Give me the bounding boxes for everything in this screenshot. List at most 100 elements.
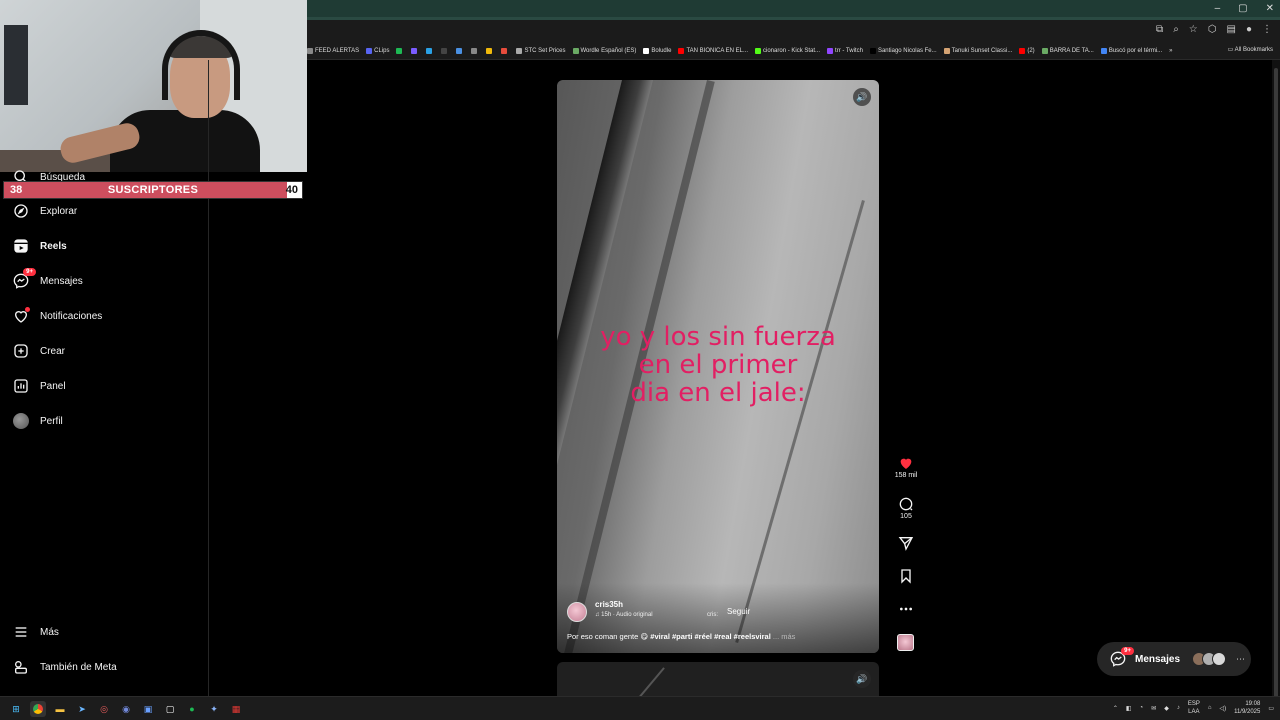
bookmark-item[interactable]: trr - Twitch bbox=[827, 47, 863, 54]
tray-app-icon[interactable]: ◆ bbox=[1164, 705, 1169, 712]
clock[interactable]: 19:08 11/9/2025 bbox=[1234, 700, 1260, 716]
app-icon[interactable]: ➤ bbox=[74, 701, 90, 717]
more-options-button[interactable] bbox=[890, 601, 922, 617]
bookmark-favicon-icon bbox=[441, 47, 448, 54]
bookmark-item[interactable]: Tanuki Sunset Classi... bbox=[943, 47, 1012, 54]
bookmark-item[interactable]: CLips bbox=[366, 47, 389, 54]
like-button[interactable]: 158 mil bbox=[890, 455, 922, 479]
bookmark-icon bbox=[901, 569, 911, 584]
bookmark-item[interactable]: TAN BIONICA EN EL... bbox=[678, 47, 748, 54]
close-window-button[interactable]: ✕ bbox=[1266, 3, 1274, 14]
audio-owner: cris: bbox=[707, 612, 718, 618]
discord-icon[interactable]: ◉ bbox=[118, 701, 134, 717]
reel-hashtags[interactable]: #viral #parti #réel #real #reelsviral bbox=[650, 632, 771, 641]
follow-button[interactable]: Seguir bbox=[723, 605, 754, 618]
bookmark-item[interactable]: Buscó por el térmi... bbox=[1100, 47, 1162, 54]
bookmark-item[interactable]: cionaron - Kick Stat... bbox=[755, 47, 820, 54]
zoom-icon[interactable]: ⌕ bbox=[1173, 24, 1179, 35]
app-icon[interactable]: ✦ bbox=[206, 701, 222, 717]
network-icon[interactable]: ⌂ bbox=[1208, 705, 1212, 711]
messages-pill[interactable]: 9+ Mensajes ⋯ bbox=[1097, 642, 1251, 676]
minimize-button[interactable]: – bbox=[1215, 3, 1221, 14]
messages-badge: 9+ bbox=[23, 268, 36, 276]
compass-icon bbox=[12, 202, 30, 220]
app-icon[interactable]: ▦ bbox=[228, 701, 244, 717]
tray-app-icon[interactable]: ✉ bbox=[1151, 705, 1156, 712]
share-button[interactable] bbox=[890, 535, 922, 551]
messages-pill-badge: 9+ bbox=[1121, 647, 1134, 655]
bookmark-item[interactable]: STC Set Prices bbox=[516, 47, 566, 54]
volume-icon[interactable]: 🔊 bbox=[853, 670, 871, 688]
language-indicator[interactable]: ESP LAA bbox=[1188, 700, 1200, 716]
bookmark-favicon-icon bbox=[471, 47, 478, 54]
bookmark-item[interactable]: (2) bbox=[1019, 47, 1035, 54]
bookmark-item[interactable] bbox=[411, 47, 419, 54]
bookmark-favicon-icon bbox=[643, 47, 650, 54]
notifications-icon[interactable]: ▭ bbox=[1268, 705, 1274, 712]
extensions-icon[interactable]: ⬡ bbox=[1208, 24, 1217, 35]
bookmark-favicon-icon bbox=[396, 47, 403, 54]
file-explorer-icon[interactable]: ▬ bbox=[52, 701, 68, 717]
chrome-icon[interactable] bbox=[30, 701, 46, 717]
subscriber-label: SUSCRIPTORES bbox=[107, 184, 199, 196]
bookmark-item[interactable] bbox=[486, 47, 494, 54]
bookmark-item[interactable]: FEED ALERTAS bbox=[307, 47, 359, 54]
bookmark-item[interactable] bbox=[396, 47, 404, 54]
bookmark-favicon-icon bbox=[1041, 47, 1048, 54]
sidebar-item-more[interactable]: Más bbox=[12, 618, 59, 646]
sidebar-item-messages[interactable]: 9+ Mensajes bbox=[12, 267, 83, 295]
tab-search-icon[interactable]: ▤ bbox=[1227, 24, 1236, 35]
bookmark-item[interactable] bbox=[456, 47, 464, 54]
tray-app-icon[interactable]: ◔ bbox=[1140, 705, 1144, 711]
tray-app-icon[interactable]: ◧ bbox=[1126, 705, 1132, 712]
reel-video[interactable]: yo y los sin fuerza en el primer dia en … bbox=[557, 80, 879, 653]
reels-icon bbox=[12, 237, 30, 255]
sidebar-item-also-from-meta[interactable]: También de Meta bbox=[12, 653, 117, 681]
volume-icon[interactable]: 🔊 bbox=[853, 88, 871, 106]
bookmark-item[interactable] bbox=[471, 47, 479, 54]
audio-info[interactable]: ♫ 15h · Audio original bbox=[595, 612, 653, 618]
windows-start-icon[interactable]: ⊞ bbox=[8, 701, 24, 717]
bookmark-item[interactable]: Wordle Español (ES) bbox=[572, 47, 636, 54]
spotify-icon[interactable]: ● bbox=[184, 701, 200, 717]
bookmark-item[interactable]: Boludle bbox=[643, 47, 671, 54]
sidebar-item-create[interactable]: Crear bbox=[12, 337, 65, 365]
microphone-icon[interactable]: ♪ bbox=[1177, 705, 1180, 711]
bookmark-item[interactable] bbox=[441, 47, 449, 54]
sidebar-item-explore[interactable]: Explorar bbox=[12, 197, 77, 225]
volume-tray-icon[interactable]: ◁) bbox=[1219, 705, 1226, 712]
more-dots-icon: ⋯ bbox=[1236, 653, 1246, 664]
bookmark-item[interactable] bbox=[426, 47, 434, 54]
page-scrollbar[interactable] bbox=[1272, 60, 1280, 720]
more-bookmarks-icon[interactable]: » bbox=[1169, 48, 1172, 54]
bookmark-item[interactable]: BARRA DE TA... bbox=[1041, 47, 1094, 54]
audio-thumbnail[interactable] bbox=[897, 634, 914, 651]
bookmark-item[interactable] bbox=[501, 47, 509, 54]
install-app-icon[interactable]: ⧉ bbox=[1156, 24, 1163, 35]
author-avatar[interactable] bbox=[567, 602, 587, 622]
author-username[interactable]: cris35h bbox=[595, 600, 623, 609]
sidebar-item-profile[interactable]: Perfil bbox=[12, 407, 63, 435]
save-button[interactable] bbox=[890, 568, 922, 584]
all-bookmarks-button[interactable]: ▭ All Bookmarks bbox=[1228, 46, 1273, 53]
bookmark-item[interactable]: Santiago Nicolas Fe... bbox=[869, 47, 937, 54]
sidebar-item-notifications[interactable]: Notificaciones bbox=[12, 302, 102, 330]
profile-icon[interactable]: ● bbox=[1246, 24, 1252, 35]
sidebar-item-dashboard[interactable]: Panel bbox=[12, 372, 66, 400]
maximize-button[interactable]: ▢ bbox=[1238, 3, 1247, 14]
browser-menu-icon[interactable]: ⋮ bbox=[1262, 24, 1272, 35]
bookmark-favicon-icon bbox=[426, 47, 433, 54]
scrollbar-thumb[interactable] bbox=[1274, 68, 1278, 720]
app-icon[interactable]: ▢ bbox=[162, 701, 178, 717]
comment-icon bbox=[899, 497, 913, 511]
comment-button[interactable]: 105 bbox=[890, 496, 922, 520]
app-icon[interactable]: ▣ bbox=[140, 701, 156, 717]
chevron-up-icon[interactable]: ⌃ bbox=[1113, 705, 1118, 712]
sidebar-item-reels[interactable]: Reels bbox=[12, 232, 67, 260]
app-icon[interactable]: ◎ bbox=[96, 701, 112, 717]
next-reel-preview[interactable]: 🔊 bbox=[557, 662, 879, 696]
more-link[interactable]: ... más bbox=[773, 632, 796, 641]
bookmark-star-icon[interactable]: ☆ bbox=[1189, 24, 1198, 35]
instagram-sidebar: Búsqueda Explorar Reels 9+ Mensajes Noti… bbox=[0, 60, 209, 696]
subscriber-goal: 40 bbox=[285, 184, 298, 196]
